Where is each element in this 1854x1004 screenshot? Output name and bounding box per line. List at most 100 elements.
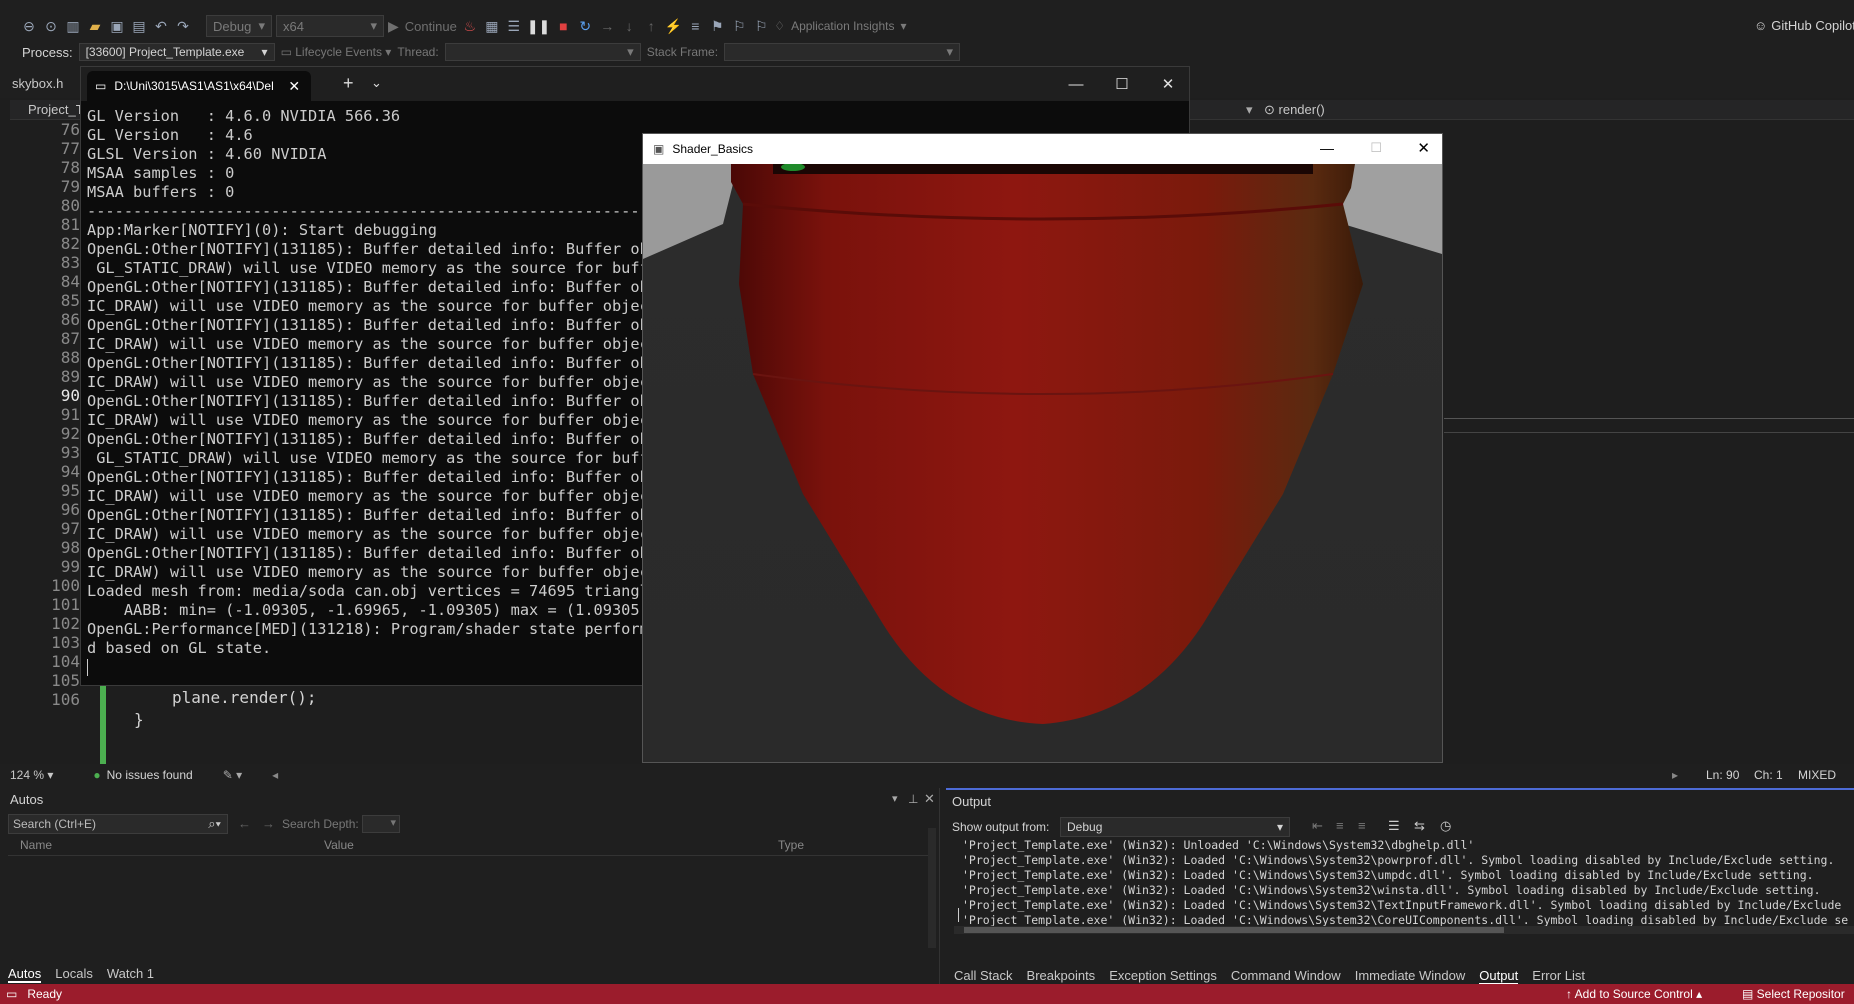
- code-line-104[interactable]: }: [134, 710, 144, 729]
- output-hscrollbar[interactable]: [954, 926, 1854, 934]
- hot-reload-icon[interactable]: ♨: [461, 15, 479, 37]
- minimize-icon[interactable]: —: [1320, 140, 1334, 156]
- output-source-dropdown[interactable]: Debug ▾: [1060, 817, 1290, 837]
- timestamp-icon[interactable]: ◷: [1440, 818, 1451, 834]
- insights-label: Application Insights: [791, 19, 895, 33]
- close-icon[interactable]: ✕: [1145, 67, 1191, 101]
- col-value[interactable]: Value: [324, 838, 354, 852]
- tab-command-window[interactable]: Command Window: [1231, 968, 1341, 985]
- tab-immediate-window[interactable]: Immediate Window: [1355, 968, 1466, 985]
- comment-icon[interactable]: ≡: [686, 15, 704, 37]
- config-dropdown[interactable]: Debug ▾: [206, 15, 272, 37]
- source-control-button[interactable]: ↑ Add to Source Control ▴: [1566, 987, 1702, 1001]
- shader-titlebar[interactable]: ▣ Shader_Basics — ☐ ✕: [643, 134, 1442, 164]
- pause-icon[interactable]: ❚❚: [527, 15, 550, 37]
- undo-icon[interactable]: ↶: [152, 15, 170, 37]
- config-value: Debug: [213, 18, 252, 34]
- zoom-dropdown[interactable]: 124 % ▾: [10, 768, 53, 782]
- continue-button[interactable]: ▶ Continue: [388, 15, 457, 37]
- platform-dropdown[interactable]: x64 ▾: [276, 15, 384, 37]
- column-indicator[interactable]: Ch: 1: [1754, 768, 1783, 782]
- issues-status[interactable]: No issues found: [107, 768, 193, 782]
- tab-autos[interactable]: Autos: [8, 966, 42, 983]
- prev-message-icon[interactable]: ≡: [1336, 818, 1344, 833]
- layout-icon[interactable]: ☰: [505, 15, 523, 37]
- tab-call-stack[interactable]: Call Stack: [954, 968, 1013, 985]
- console-tab[interactable]: ▭ D:\Uni\3015\AS1\AS1\x64\Del ✕: [87, 71, 311, 101]
- cleanup-icon[interactable]: ✎ ▾: [223, 768, 242, 782]
- shader-window[interactable]: ▣ Shader_Basics — ☐ ✕: [642, 133, 1443, 763]
- open-folder-icon[interactable]: ▰: [86, 15, 104, 37]
- stack-frame-dropdown[interactable]: ▾: [724, 43, 961, 61]
- repo-button[interactable]: ▤ Select Repositor: [1742, 987, 1845, 1001]
- attach-icon[interactable]: ▦: [483, 15, 501, 37]
- insights-button[interactable]: ♢ Application Insights ▾: [774, 15, 906, 37]
- save-all-icon[interactable]: ▤: [130, 15, 148, 37]
- minimize-icon[interactable]: —: [1053, 67, 1099, 101]
- col-name[interactable]: Name: [20, 838, 52, 852]
- bookmark-prev-icon[interactable]: ⚐: [730, 15, 748, 37]
- step-over-icon[interactable]: →: [598, 15, 616, 37]
- tab-breakpoints[interactable]: Breakpoints: [1027, 968, 1096, 985]
- console-line: IC_DRAW) will use VIDEO memory as the so…: [87, 411, 647, 429]
- new-tab-icon[interactable]: +: [343, 73, 354, 94]
- tab-output[interactable]: Output: [1479, 968, 1519, 985]
- encoding-indicator[interactable]: MIXED: [1798, 768, 1836, 782]
- maximize-icon[interactable]: ☐: [1099, 67, 1145, 101]
- forward-icon[interactable]: ⊙: [42, 15, 60, 37]
- chevron-down-icon[interactable]: ⌄: [371, 75, 382, 91]
- render-viewport[interactable]: [643, 164, 1442, 762]
- copilot-button[interactable]: ☺ GitHub Copilot: [1754, 14, 1854, 36]
- nav-member[interactable]: ⊙ render(): [1264, 102, 1325, 118]
- new-project-icon[interactable]: ▥: [64, 15, 82, 37]
- tab-error-list[interactable]: Error List: [1532, 968, 1585, 985]
- search-depth-dropdown[interactable]: ▾: [362, 815, 400, 833]
- line-number: 89: [60, 367, 80, 386]
- back-icon[interactable]: ⊖: [20, 15, 38, 37]
- bookmark-icon[interactable]: ⚑: [708, 15, 726, 37]
- scroll-right-icon[interactable]: ▸: [1672, 768, 1678, 782]
- line-number: 97: [60, 519, 80, 538]
- close-icon[interactable]: ✕: [1417, 139, 1430, 157]
- console-titlebar[interactable]: ▭ D:\Uni\3015\AS1\AS1\x64\Del ✕ + ⌄ — ☐ …: [81, 67, 1189, 101]
- process-dropdown[interactable]: [33600] Project_Template.exe ▾: [78, 43, 275, 61]
- pin-icon[interactable]: ⊥: [908, 792, 918, 806]
- doc-tab-skybox[interactable]: skybox.h: [0, 76, 90, 98]
- find-icon[interactable]: ⇤: [1312, 818, 1323, 834]
- code-line-103[interactable]: plane.render();: [172, 688, 317, 707]
- lifecycle-button[interactable]: ▭ Lifecycle Events ▾: [281, 45, 392, 59]
- redo-icon[interactable]: ↷: [174, 15, 192, 37]
- line-number: 84: [60, 272, 80, 291]
- diagnostics-icon[interactable]: ⚡: [664, 15, 682, 37]
- search-icon[interactable]: ⌕▾: [208, 816, 221, 832]
- step-into-icon[interactable]: ↓: [620, 15, 638, 37]
- step-out-icon[interactable]: ↑: [642, 15, 660, 37]
- console-output[interactable]: GL Version : 4.6.0 NVIDIA 566.36 GL Versi…: [87, 107, 647, 682]
- chevron-down-icon[interactable]: ▾: [1246, 102, 1253, 118]
- clear-all-icon[interactable]: ☰: [1388, 818, 1400, 834]
- tab-exception-settings[interactable]: Exception Settings: [1109, 968, 1217, 985]
- stop-icon[interactable]: ■: [554, 15, 572, 37]
- col-type[interactable]: Type: [778, 838, 804, 852]
- line-number: 91: [60, 405, 80, 424]
- panel-menu-icon[interactable]: ▾: [892, 792, 898, 805]
- scroll-left-icon[interactable]: ◂: [272, 768, 278, 782]
- chevron-down-icon: ▾: [261, 45, 268, 59]
- autos-search-input[interactable]: Search (Ctrl+E) ⌕▾: [8, 814, 228, 834]
- restart-icon[interactable]: ↻: [576, 15, 594, 37]
- word-wrap-icon[interactable]: ⇆: [1414, 818, 1425, 834]
- close-icon[interactable]: ✕: [924, 791, 935, 807]
- close-tab-icon[interactable]: ✕: [288, 78, 300, 95]
- bookmark-next-icon[interactable]: ⚐: [752, 15, 770, 37]
- search-back-icon[interactable]: ←: [238, 816, 251, 831]
- line-indicator[interactable]: Ln: 90: [1706, 768, 1739, 782]
- line-number: 100: [51, 576, 80, 595]
- tab-watch-1[interactable]: Watch 1: [107, 966, 154, 981]
- autos-vscrollbar[interactable]: [928, 828, 936, 948]
- next-message-icon[interactable]: ≡: [1358, 818, 1366, 833]
- tab-locals[interactable]: Locals: [55, 966, 93, 981]
- thread-dropdown[interactable]: ▾: [444, 43, 641, 61]
- output-line: 'Project_Template.exe' (Win32): Loaded '…: [962, 883, 1821, 897]
- search-forward-icon[interactable]: →: [262, 816, 275, 831]
- save-icon[interactable]: ▣: [108, 15, 126, 37]
